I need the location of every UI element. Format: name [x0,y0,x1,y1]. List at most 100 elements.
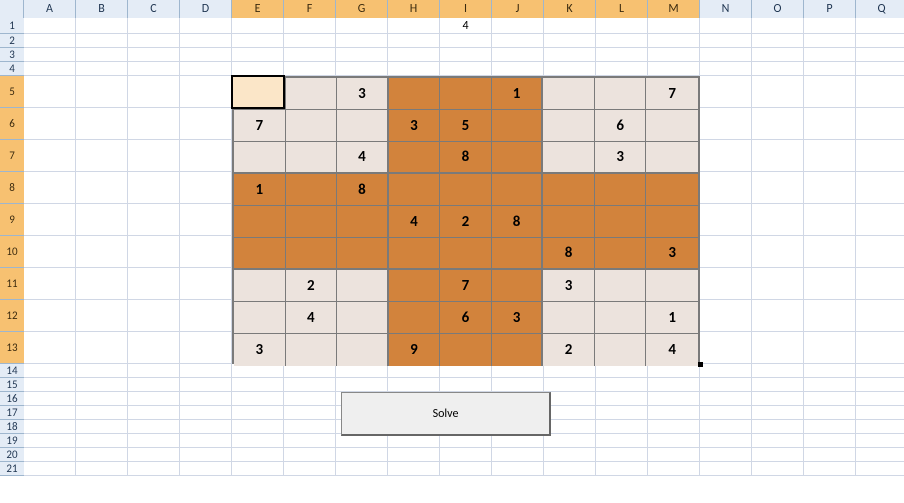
select-all-corner[interactable] [0,0,24,18]
sudoku-cell-r8-c9[interactable]: 1 [646,302,698,334]
cell-P18[interactable] [804,420,856,434]
sudoku-cell-r9-c3[interactable] [337,334,389,366]
cell-C13[interactable] [128,332,180,364]
sudoku-cell-r4-c6[interactable] [492,174,544,206]
cell-D5[interactable] [180,76,232,108]
sudoku-cell-r5-c9[interactable] [646,206,698,238]
cell-A13[interactable] [24,332,76,364]
cell-K20[interactable] [544,448,596,462]
cell-C9[interactable] [128,204,180,236]
cell-B19[interactable] [76,434,128,448]
cell-N11[interactable] [700,268,752,300]
cell-J15[interactable] [492,378,544,392]
cell-A4[interactable] [24,62,76,76]
cell-D10[interactable] [180,236,232,268]
cell-E1[interactable] [232,18,284,34]
cell-J14[interactable] [492,364,544,378]
cell-O1[interactable] [752,18,804,34]
cell-A15[interactable] [24,378,76,392]
cell-A18[interactable] [24,420,76,434]
cell-L20[interactable] [596,448,648,462]
row-header-2[interactable]: 2 [0,34,24,48]
column-header-P[interactable]: P [804,0,856,18]
row-header-1[interactable]: 1 [0,18,24,34]
cell-P11[interactable] [804,268,856,300]
cell-D1[interactable] [180,18,232,34]
cell-B12[interactable] [76,300,128,332]
sudoku-cell-r8-c2[interactable]: 4 [286,302,338,334]
cell-J2[interactable] [492,34,544,48]
row-header-17[interactable]: 17 [0,406,24,420]
sudoku-cell-r1-c8[interactable] [595,78,647,110]
sudoku-cell-r7-c4[interactable] [389,270,441,302]
row-header-18[interactable]: 18 [0,420,24,434]
cell-O2[interactable] [752,34,804,48]
cell-P14[interactable] [804,364,856,378]
cell-N14[interactable] [700,364,752,378]
cell-F18[interactable] [284,420,336,434]
cell-M18[interactable] [648,420,700,434]
cell-I14[interactable] [440,364,492,378]
cell-C11[interactable] [128,268,180,300]
cell-B8[interactable] [76,172,128,204]
row-header-7[interactable]: 7 [0,140,24,172]
cell-O13[interactable] [752,332,804,364]
cell-M3[interactable] [648,48,700,62]
sudoku-cell-r4-c2[interactable] [286,174,338,206]
cell-Q16[interactable] [856,392,904,406]
cell-I4[interactable] [440,62,492,76]
cell-P9[interactable] [804,204,856,236]
sudoku-cell-r2-c1[interactable]: 7 [234,110,286,142]
row-header-9[interactable]: 9 [0,204,24,236]
cell-G3[interactable] [336,48,388,62]
cell-P7[interactable] [804,140,856,172]
cell-O19[interactable] [752,434,804,448]
cell-N2[interactable] [700,34,752,48]
sudoku-cell-r4-c8[interactable] [595,174,647,206]
sudoku-cell-r3-c3[interactable]: 4 [337,142,389,174]
cell-D9[interactable] [180,204,232,236]
cell-C14[interactable] [128,364,180,378]
cell-O12[interactable] [752,300,804,332]
sudoku-cell-r9-c8[interactable] [595,334,647,366]
cell-G21[interactable] [336,462,388,476]
cell-D7[interactable] [180,140,232,172]
cell-G1[interactable] [336,18,388,34]
cell-J4[interactable] [492,62,544,76]
cell-M1[interactable] [648,18,700,34]
row-header-3[interactable]: 3 [0,48,24,62]
cell-Q11[interactable] [856,268,904,300]
cell-A16[interactable] [24,392,76,406]
cell-C4[interactable] [128,62,180,76]
cell-P15[interactable] [804,378,856,392]
column-header-K[interactable]: K [544,0,596,18]
cell-M17[interactable] [648,406,700,420]
cell-E2[interactable] [232,34,284,48]
cell-Q4[interactable] [856,62,904,76]
cell-Q14[interactable] [856,364,904,378]
cell-Q12[interactable] [856,300,904,332]
sudoku-cell-r3-c5[interactable]: 8 [440,142,492,174]
sudoku-cell-r8-c8[interactable] [595,302,647,334]
sudoku-cell-r1-c3[interactable]: 3 [337,78,389,110]
cell-O20[interactable] [752,448,804,462]
cell-N18[interactable] [700,420,752,434]
cell-L18[interactable] [596,420,648,434]
cell-A21[interactable] [24,462,76,476]
cell-C2[interactable] [128,34,180,48]
cell-H19[interactable] [388,434,440,448]
cell-Q6[interactable] [856,108,904,140]
cell-E21[interactable] [232,462,284,476]
sudoku-cell-r2-c5[interactable]: 5 [440,110,492,142]
cell-O3[interactable] [752,48,804,62]
cell-P12[interactable] [804,300,856,332]
row-header-15[interactable]: 15 [0,378,24,392]
row-header-19[interactable]: 19 [0,434,24,448]
column-header-Q[interactable]: Q [856,0,904,18]
row-header-16[interactable]: 16 [0,392,24,406]
cell-L16[interactable] [596,392,648,406]
column-header-H[interactable]: H [388,0,440,18]
cell-J20[interactable] [492,448,544,462]
cell-B10[interactable] [76,236,128,268]
cell-I20[interactable] [440,448,492,462]
